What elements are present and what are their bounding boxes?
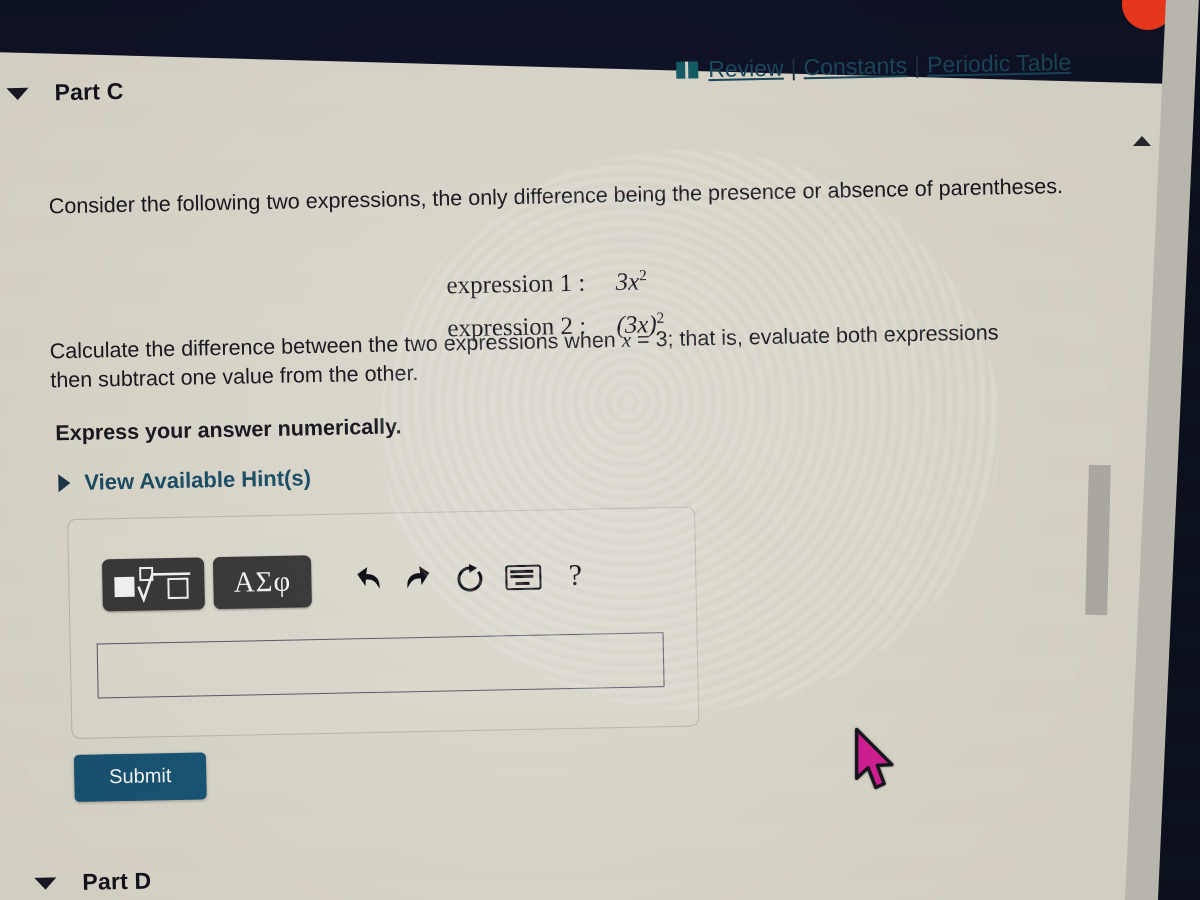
- resource-links: Review | Constants | Periodic Table: [676, 49, 1071, 84]
- question-paragraph-2: Calculate the difference between the two…: [49, 318, 1000, 395]
- keyboard-icon: [505, 564, 542, 590]
- mouse-pointer: [852, 727, 898, 797]
- part-d-header[interactable]: Part D: [34, 867, 152, 896]
- chevron-down-icon[interactable]: [6, 87, 29, 100]
- paragraph-2-text-a: Calculate the difference between the two…: [49, 327, 622, 364]
- content-layer: Part C Review | Constants | Periodic Tab…: [0, 0, 1200, 900]
- link-separator-1: |: [790, 54, 797, 81]
- undo-button[interactable]: [341, 556, 394, 605]
- undo-arrow-icon: [357, 567, 380, 589]
- answer-panel: ΑΣφ ?: [67, 506, 700, 740]
- link-separator-2: |: [913, 51, 921, 79]
- question-mark-icon: ?: [568, 558, 583, 593]
- math-template-button[interactable]: [101, 557, 205, 612]
- reset-button[interactable]: [445, 553, 498, 602]
- mouse-pointer-icon: [855, 727, 894, 790]
- greek-letters-button[interactable]: ΑΣφ: [212, 555, 312, 610]
- math-toolbar: ΑΣφ ?: [101, 549, 602, 612]
- question-paragraph-1: Consider the following two expressions, …: [48, 174, 1064, 219]
- scroll-up-arrow-icon[interactable]: [1133, 136, 1151, 146]
- view-hints-label: View Available Hint(s): [84, 465, 312, 495]
- keyboard-shortcuts-button[interactable]: [497, 552, 550, 601]
- scroll-thumb[interactable]: [1085, 464, 1111, 616]
- part-c-header[interactable]: Part C: [6, 77, 124, 107]
- expression-1-base: 3x: [615, 268, 640, 297]
- constants-link[interactable]: Constants: [803, 52, 907, 81]
- expression-1-label: expression 1 :: [446, 269, 586, 300]
- answer-input[interactable]: [96, 632, 665, 699]
- periodic-table-link[interactable]: Periodic Table: [927, 49, 1072, 79]
- submit-button[interactable]: Submit: [73, 752, 207, 802]
- view-hints-toggle[interactable]: View Available Hint(s): [58, 465, 311, 496]
- greek-letters-label: ΑΣφ: [233, 565, 292, 599]
- part-d-title: Part D: [82, 867, 152, 895]
- page-title: Part C: [54, 77, 124, 106]
- expression-row-1: expression 1 : 3x2: [446, 260, 664, 307]
- screen-photo: Reading lis Part C Review | Constants | …: [0, 0, 1200, 900]
- expression-1-exponent: 2: [638, 267, 647, 285]
- sqrt-template-icon: [114, 566, 191, 604]
- triangle-right-icon: [58, 474, 71, 493]
- chevron-down-icon[interactable]: [34, 876, 57, 890]
- help-button[interactable]: ?: [549, 551, 602, 600]
- review-link[interactable]: Review: [708, 55, 784, 84]
- reset-circular-arrow-icon: [457, 564, 483, 592]
- answer-instruction: Express your answer numerically.: [55, 414, 402, 446]
- redo-arrow-icon: [407, 566, 430, 589]
- redo-button[interactable]: [393, 555, 446, 604]
- expression-1-value: 3x2: [615, 260, 647, 304]
- book-icon: [676, 61, 699, 79]
